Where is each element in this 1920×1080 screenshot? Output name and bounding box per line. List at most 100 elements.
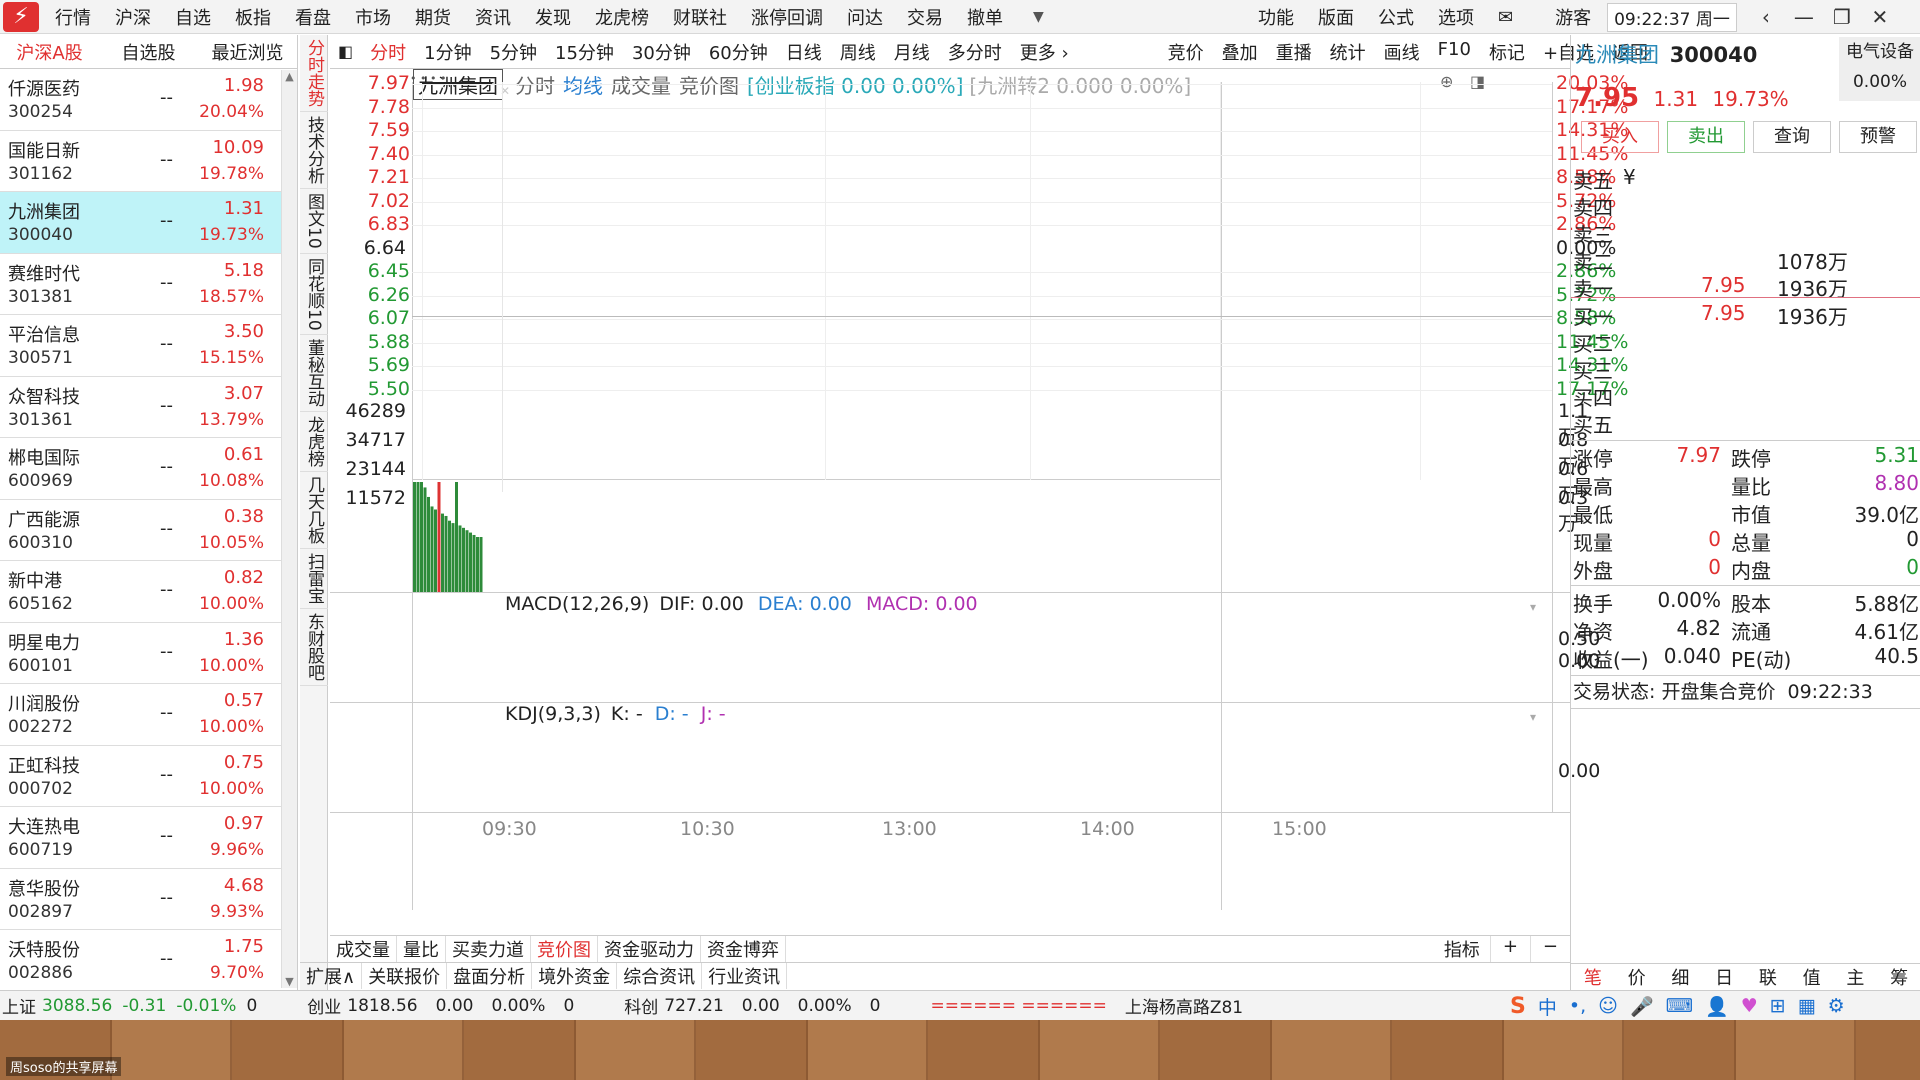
menu-item-10[interactable]: 财联社 [673,4,727,30]
kdj-dropdown-icon[interactable]: ▾ [1530,710,1536,724]
scroll-down-icon[interactable]: ▼ [282,975,297,988]
detail-tab-4[interactable]: 联 [1746,964,1790,989]
indicator-tab-4[interactable]: 资金驱动力 [598,935,701,962]
detail-tab-0[interactable]: 笔 [1571,964,1615,989]
chart-toolbar-item-14[interactable]: 统计 [1330,39,1366,65]
menu-item-13[interactable]: 交易 [907,4,943,30]
expand-icon[interactable]: ◨ [1470,72,1485,91]
stock-row[interactable]: 川润股份 002272 -- 0.57 10.00% [0,684,282,746]
extension-tab-2[interactable]: 盘面分析 [447,962,533,989]
indicator-tab-0[interactable]: 成交量 [330,935,397,962]
sell-level-4[interactable]: 卖四 [1571,192,1920,220]
vtab-1[interactable]: 技术分析 [300,112,328,189]
back-arrow-icon[interactable]: ‹ [1747,5,1785,29]
vtab-0[interactable]: 分时走势 [300,35,328,112]
menu-item-1[interactable]: 沪深 [115,4,151,30]
chart-toolbar-item-3[interactable]: 15分钟 [555,39,614,65]
menu-item-7[interactable]: 资讯 [475,4,511,30]
ime-chinese-icon[interactable]: 中 [1538,993,1557,1020]
minimize-icon[interactable]: — [1785,5,1823,29]
sector-box[interactable]: 电气设备 0.00% [1839,37,1920,101]
stock-row[interactable]: 赛维时代 301381 -- 5.18 18.57% [0,254,282,315]
buy-level-2[interactable]: 买二 [1571,328,1920,356]
chart-toolbar-item-8[interactable]: 月线 [894,39,930,65]
chart-toolbar-item-15[interactable]: 画线 [1384,39,1420,65]
buy-level-3[interactable]: 买三 [1571,355,1920,383]
sell-level-3[interactable]: 卖三 [1571,219,1920,247]
vtab-5[interactable]: 龙虎榜 [300,412,328,473]
user-label[interactable]: 游客 [1555,4,1591,30]
indicator-remove-button[interactable]: − [1531,936,1570,962]
chart-toolbar-item-2[interactable]: 5分钟 [490,39,537,65]
sogou-logo-icon[interactable]: S [1510,994,1526,1019]
stock-row[interactable]: 众智科技 301361 -- 3.07 13.79% [0,377,282,438]
stock-row[interactable]: 新中港 605162 -- 0.82 10.00% [0,561,282,623]
chart-toolbar-item-1[interactable]: 1分钟 [424,39,471,65]
menu-more-chevron-icon[interactable]: ▼ [1033,9,1044,25]
ime-apps-icon[interactable]: ▦ [1798,995,1816,1017]
stock-row[interactable]: 意华股份 002897 -- 4.68 9.93% [0,869,282,930]
menu-function[interactable]: 功能 [1258,4,1294,30]
stock-row[interactable]: 仟源医药 300254 -- 1.98 20.04% [0,69,282,131]
menu-item-9[interactable]: 龙虎榜 [595,4,649,30]
tab-recent[interactable]: 最近浏览 [198,39,297,65]
query-button[interactable]: 查询 [1753,121,1831,153]
extension-tab-4[interactable]: 综合资讯 [617,962,703,989]
stock-row[interactable]: 大连热电 600719 -- 0.97 9.96% [0,807,282,869]
menu-item-8[interactable]: 发现 [535,4,571,30]
chart-toolbar-item-9[interactable]: 多分时 [948,39,1002,65]
vtab-4[interactable]: 董秘互动 [300,335,328,413]
indicator-tab-1[interactable]: 量比 [397,935,446,962]
chart-toolbar-item-4[interactable]: 30分钟 [632,39,691,65]
indicator-tab-2[interactable]: 买卖力道 [446,935,531,962]
tab-shenzhen-a[interactable]: 沪深A股 [0,39,99,65]
menu-item-0[interactable]: 行情 [55,4,91,30]
chart-toolbar-item-16[interactable]: F10 [1438,39,1471,65]
buy-level-5[interactable]: 买五 [1571,409,1920,437]
detail-tab-3[interactable]: 日 [1702,964,1746,989]
vtab-2[interactable]: 图文10 [300,189,328,254]
buy-button[interactable]: 买入 [1581,121,1659,153]
stock-row[interactable]: 九洲集团 300040 -- 1.31 19.73% [0,192,282,254]
restore-icon[interactable]: ❐ [1823,5,1861,29]
extension-tab-0[interactable]: 扩展∧ [300,962,363,989]
alert-button[interactable]: 预警 [1839,121,1917,153]
menu-item-14[interactable]: 撤单 [967,4,1003,30]
ime-keyboard-icon[interactable]: ⌨ [1666,995,1693,1017]
chart-toolbar-item-11[interactable]: 竞价 [1168,39,1204,65]
indicator-button[interactable]: 指标 [1434,935,1491,962]
macd-dropdown-icon[interactable]: ▾ [1530,600,1536,614]
menu-item-12[interactable]: 问达 [847,4,883,30]
sell-button[interactable]: 卖出 [1667,121,1745,153]
menu-item-11[interactable]: 涨停回调 [751,4,823,30]
menu-formula[interactable]: 公式 [1378,4,1414,30]
stock-row[interactable]: 正虹科技 000702 -- 0.75 10.00% [0,746,282,807]
toggle-panel-icon[interactable]: ◧ [338,42,353,61]
ime-skin-icon[interactable]: ♥ [1741,995,1758,1017]
chart-toolbar-item-12[interactable]: 叠加 [1222,39,1258,65]
stock-row[interactable]: 明星电力 600101 -- 1.36 10.00% [0,623,282,684]
ime-emoji-icon[interactable]: ☺ [1598,995,1618,1017]
buy-level-1[interactable]: 买一 7.95 1936万 [1571,301,1920,329]
vtab-7[interactable]: 扫雷宝 [300,549,328,610]
buy-level-4[interactable]: 买四 [1571,382,1920,410]
vtab-6[interactable]: 几天几板 [300,472,328,550]
app-logo-icon[interactable]: ⚡ [3,1,39,32]
stock-list-scrollbar[interactable]: ▲ ▼ [281,70,297,988]
menu-item-2[interactable]: 自选 [175,4,211,30]
vtab-3[interactable]: 同花顺10 [300,254,328,336]
indicator-tab-3[interactable]: 竞价图 [531,935,598,962]
ime-mic-icon[interactable]: 🎤 [1630,995,1654,1018]
detail-tab-1[interactable]: 价 [1615,964,1659,989]
menu-item-6[interactable]: 期货 [415,4,451,30]
indicator-tab-5[interactable]: 资金博弈 [701,935,786,962]
detail-tab-6[interactable]: 主 [1834,964,1878,989]
indicator-add-button[interactable]: + [1491,935,1531,962]
detail-tab-5[interactable]: 值 [1790,964,1834,989]
stock-row[interactable]: 沃特股份 002886 -- 1.75 9.70% [0,930,282,992]
close-icon[interactable]: ✕ [1861,5,1899,29]
sell-level-2[interactable]: 卖二 1078万 [1571,246,1920,274]
detail-tab-7[interactable]: 筹 [1877,964,1920,989]
chart-toolbar-item-6[interactable]: 日线 [786,39,822,65]
ime-settings-icon[interactable]: ⚙ [1828,995,1845,1017]
